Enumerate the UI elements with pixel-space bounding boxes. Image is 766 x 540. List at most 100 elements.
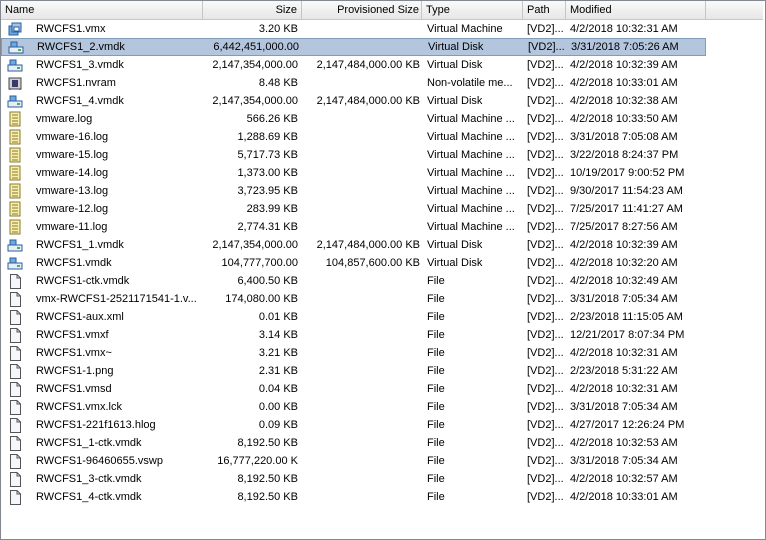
- file-row[interactable]: vmware-16.log 1,288.69 KB Virtual Machine …: [1, 128, 706, 146]
- file-modified: 10/19/2017 9:00:52 PM: [570, 167, 685, 179]
- file-row[interactable]: RWCFS1_1-ctk.vmdk 8,192.50 KB File [VD2]...…: [1, 434, 706, 452]
- file-row[interactable]: RWCFS1_2.vmdk 6,442,451,000.00 Virtual Dis…: [1, 38, 706, 56]
- file-row[interactable]: RWCFS1-ctk.vmdk 6,400.50 KB File [VD2]... 4/…: [1, 272, 706, 290]
- file-modified: 3/31/2018 7:05:08 AM: [570, 131, 678, 143]
- file-row[interactable]: RWCFS1.vmx 3.20 KB Virtual Machine [VD2]...…: [1, 20, 706, 38]
- file-row[interactable]: vmx-RWCFS1-2521171541-1.v... 174,080.00 K…: [1, 290, 706, 308]
- file-modified: 4/2/2018 10:33:50 AM: [570, 113, 678, 125]
- file-modified: 2/23/2018 11:15:05 AM: [570, 311, 683, 323]
- file-modified: 4/2/2018 10:32:31 AM: [570, 347, 678, 359]
- file-path: [VD2]...: [527, 257, 564, 269]
- file-name: vmware-14.log: [36, 167, 109, 179]
- file-path: [VD2]...: [527, 95, 564, 107]
- file-row[interactable]: RWCFS1_4.vmdk 2,147,354,000.00 2,147,484,0…: [1, 92, 706, 110]
- file-modified: 4/2/2018 10:32:38 AM: [570, 95, 678, 107]
- file-row[interactable]: RWCFS1-1.png 2.31 KB File [VD2]... 2/23/2018…: [1, 362, 706, 380]
- file-provisioned-size: [302, 326, 420, 344]
- file-size: 2,774.31 KB: [237, 221, 298, 233]
- file-icon: [7, 471, 23, 487]
- file-row[interactable]: RWCFS1.nvram 8.48 KB Non-volatile me... [VD…: [1, 74, 706, 92]
- file-path: [VD2]...: [527, 23, 564, 35]
- file-type: File: [427, 473, 445, 485]
- file-size: 1,288.69 KB: [237, 131, 298, 143]
- file-provisioned-size: [302, 416, 420, 434]
- file-path: [VD2]...: [527, 347, 564, 359]
- file-path: [VD2]...: [527, 437, 564, 449]
- column-header-type[interactable]: Type: [422, 1, 523, 19]
- file-type: File: [427, 455, 445, 467]
- column-header-provisioned-size[interactable]: Provisioned Size: [302, 1, 422, 19]
- file-row[interactable]: RWCFS1_3-ctk.vmdk 8,192.50 KB File [VD2]...…: [1, 470, 706, 488]
- file-size: 8,192.50 KB: [237, 437, 298, 449]
- file-path: [VD2]...: [527, 275, 564, 287]
- file-icon: [7, 435, 23, 451]
- column-header-size[interactable]: Size: [203, 1, 302, 19]
- virtual-disk-icon: [7, 255, 23, 271]
- file-size: 1,373.00 KB: [237, 167, 298, 179]
- file-row[interactable]: vmware.log 566.26 KB Virtual Machine ... [V…: [1, 110, 706, 128]
- column-header-name[interactable]: Name: [1, 1, 203, 19]
- file-path: [VD2]...: [527, 167, 564, 179]
- column-header-modified[interactable]: Modified: [566, 1, 706, 19]
- file-row[interactable]: RWCFS1_1.vmdk 2,147,354,000.00 2,147,484,0…: [1, 236, 706, 254]
- file-type: File: [427, 293, 445, 305]
- file-row[interactable]: RWCFS1-221f1613.hlog 0.09 KB File [VD2]... 4…: [1, 416, 706, 434]
- file-path: [VD2]...: [527, 365, 564, 377]
- file-size: 2,147,354,000.00: [212, 59, 298, 71]
- nvram-icon: [7, 75, 23, 91]
- file-row[interactable]: vmware-15.log 5,717.73 KB Virtual Machine …: [1, 146, 706, 164]
- file-name: RWCFS1-aux.xml: [36, 311, 124, 323]
- file-type: Virtual Machine ...: [427, 203, 515, 215]
- file-modified: 9/30/2017 11:54:23 AM: [570, 185, 683, 197]
- file-modified: 4/2/2018 10:32:31 AM: [570, 383, 678, 395]
- log-icon: [7, 219, 23, 235]
- file-name: RWCFS1.vmx: [36, 23, 106, 35]
- file-provisioned-size: [302, 308, 420, 326]
- file-modified: 4/2/2018 10:32:20 AM: [570, 257, 678, 269]
- file-modified: 4/2/2018 10:33:01 AM: [570, 491, 678, 503]
- file-provisioned-size: [302, 380, 420, 398]
- file-size: 8,192.50 KB: [237, 491, 298, 503]
- file-row[interactable]: RWCFS1-aux.xml 0.01 KB File [VD2]... 2/23/20…: [1, 308, 706, 326]
- file-size: 2,147,354,000.00: [212, 239, 298, 251]
- file-modified: 4/2/2018 10:32:39 AM: [570, 239, 678, 251]
- file-row[interactable]: RWCFS1_3.vmdk 2,147,354,000.00 2,147,484,0…: [1, 56, 706, 74]
- file-row[interactable]: RWCFS1.vmxf 3.14 KB File [VD2]... 12/21/2017…: [1, 326, 706, 344]
- file-name: RWCFS1-ctk.vmdk: [36, 275, 130, 287]
- file-type: File: [427, 401, 445, 413]
- file-row[interactable]: RWCFS1.vmdk 104,777,700.00 104,857,600.00 …: [1, 254, 706, 272]
- file-type: File: [427, 383, 445, 395]
- file-size: 6,400.50 KB: [237, 275, 298, 287]
- file-row[interactable]: RWCFS1.vmx~ 3.21 KB File [VD2]... 4/2/2018 1…: [1, 344, 706, 362]
- file-path: [VD2]...: [527, 221, 564, 233]
- file-row[interactable]: RWCFS1-96460655.vswp 16,777,220.00 K File […: [1, 452, 706, 470]
- file-provisioned-size: [302, 290, 420, 308]
- file-provisioned-size: [303, 38, 421, 56]
- file-size: 0.01 KB: [258, 311, 298, 323]
- column-header-path[interactable]: Path: [523, 1, 566, 19]
- file-modified: 4/2/2018 10:32:49 AM: [570, 275, 678, 287]
- file-row[interactable]: RWCFS1_4-ctk.vmdk 8,192.50 KB File [VD2]...…: [1, 488, 706, 506]
- file-modified: 4/2/2018 10:32:53 AM: [570, 437, 678, 449]
- file-row[interactable]: vmware-11.log 2,774.31 KB Virtual Machine …: [1, 218, 706, 236]
- file-row[interactable]: vmware-12.log 283.99 KB Virtual Machine ..…: [1, 200, 706, 218]
- file-size: 3,723.95 KB: [237, 185, 298, 197]
- file-provisioned-size: 2,147,484,000.00 KB: [316, 95, 420, 107]
- file-type: Virtual Disk: [427, 59, 483, 71]
- file-icon: [7, 273, 23, 289]
- file-name: vmware-11.log: [36, 221, 108, 233]
- file-row[interactable]: vmware-14.log 1,373.00 KB Virtual Machine …: [1, 164, 706, 182]
- file-name: vmx-RWCFS1-2521171541-1.v...: [36, 293, 197, 305]
- file-name: RWCFS1_4-ctk.vmdk: [36, 491, 142, 503]
- file-name: RWCFS1-1.png: [36, 365, 114, 377]
- file-provisioned-size: [302, 110, 420, 128]
- file-size: 0.04 KB: [258, 383, 298, 395]
- file-provisioned-size: [302, 434, 420, 452]
- file-size: 6,442,451,000.00: [213, 41, 299, 53]
- file-provisioned-size: [302, 182, 420, 200]
- log-icon: [7, 165, 23, 181]
- file-row[interactable]: vmware-13.log 3,723.95 KB Virtual Machine …: [1, 182, 706, 200]
- file-row[interactable]: RWCFS1.vmx.lck 0.00 KB File [VD2]... 3/31/20…: [1, 398, 706, 416]
- file-provisioned-size: [302, 362, 420, 380]
- file-row[interactable]: RWCFS1.vmsd 0.04 KB File [VD2]... 4/2/2018 1…: [1, 380, 706, 398]
